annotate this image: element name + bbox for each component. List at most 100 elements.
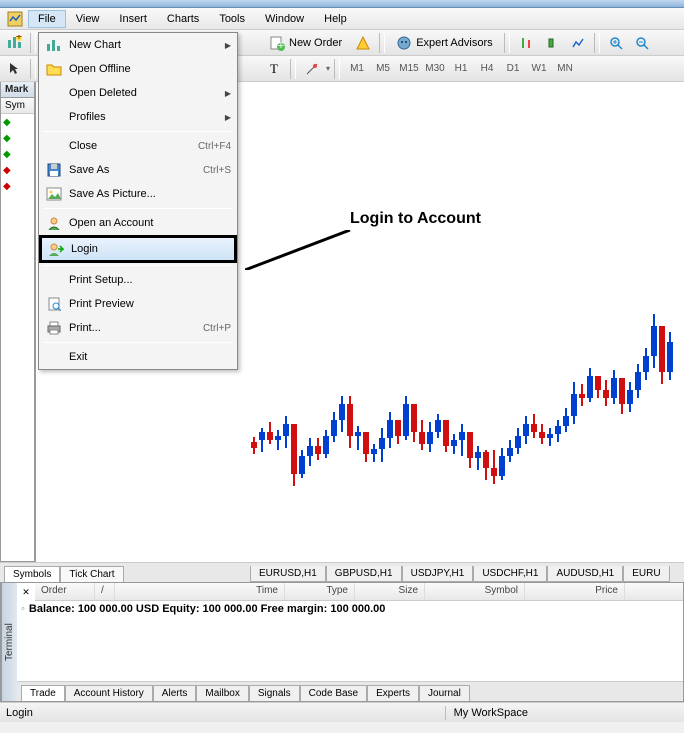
menu-item-close[interactable]: Close Ctrl+F4 [39,134,237,158]
menu-shortcut: Ctrl+F4 [198,141,231,152]
alert-icon[interactable] [351,32,375,54]
terminal-tab-account-history[interactable]: Account History [65,685,153,701]
terminal-body: ◦ Balance: 100 000.00 USD Equity: 100 00… [17,601,683,681]
menu-item-open-offline[interactable]: Open Offline [39,57,237,81]
user-arrow-icon [47,241,65,257]
terminal-close-icon[interactable]: ✕ [19,585,33,599]
terminal-column-header[interactable]: Price [525,583,625,600]
chart-tab[interactable]: USDCHF,H1 [473,566,547,582]
separator [290,59,296,79]
chart-tab[interactable]: AUDUSD,H1 [547,566,623,582]
terminal-column-header[interactable]: Order [35,583,95,600]
drawing-tool-icon[interactable] [300,58,324,80]
menu-item-exit[interactable]: Exit [39,345,237,369]
menu-item-profiles[interactable]: Profiles▶ [39,105,237,129]
terminal-column-header[interactable]: Symbol [425,583,525,600]
timeframe-D1[interactable]: D1 [500,59,526,79]
chart-candle-icon[interactable] [566,32,590,54]
symbol-row[interactable]: ◆ [1,130,34,146]
menu-separator [43,131,233,132]
timeframe-M15[interactable]: M15 [396,59,422,79]
separator [504,33,510,53]
menu-item-label: Open an Account [69,217,231,229]
symbol-row[interactable]: ◆ [1,162,34,178]
terminal-tab-trade[interactable]: Trade [21,685,65,701]
chart-bar-icon[interactable] [540,32,564,54]
menu-shortcut: Ctrl+S [203,165,231,176]
timeframe-H1[interactable]: H1 [448,59,474,79]
terminal-tab-journal[interactable]: Journal [419,685,470,701]
menu-item-label: Save As Picture... [69,188,231,200]
market-watch-title: Mark [1,82,34,98]
zoom-out-icon[interactable] [630,32,654,54]
blank-icon [45,109,63,125]
blank-icon [45,138,63,154]
new-chart-button[interactable]: + [2,32,26,54]
chart-line-icon[interactable] [514,32,538,54]
terminal-tab-mailbox[interactable]: Mailbox [196,685,248,701]
market-watch-column: Sym [1,98,34,114]
symbol-row[interactable]: ◆ [1,114,34,130]
tab-tick-chart[interactable]: Tick Chart [60,566,123,582]
menu-item-label: Login [71,243,229,255]
menu-item-label: Open Deleted [69,87,219,99]
terminal-column-header[interactable]: Type [285,583,355,600]
status-left: Login [6,707,33,719]
timeframe-M5[interactable]: M5 [370,59,396,79]
terminal-column-header[interactable]: Size [355,583,425,600]
menu-item-label: Profiles [69,111,219,123]
timeframe-M30[interactable]: M30 [422,59,448,79]
menu-insert[interactable]: Insert [109,10,157,28]
menu-item-save-as[interactable]: Save AsCtrl+S [39,158,237,182]
terminal-column-header[interactable]: Time [115,583,285,600]
ea-label: Expert Advisors [416,37,492,49]
text-tool-icon[interactable]: T [262,58,286,80]
timeframe-H4[interactable]: H4 [474,59,500,79]
menu-charts[interactable]: Charts [157,10,209,28]
menu-item-open-an-account[interactable]: Open an Account [39,211,237,235]
terminal-tab-code-base[interactable]: Code Base [300,685,367,701]
expert-advisors-button[interactable]: Expert Advisors [389,32,499,54]
arrow-down-icon: ◆ [3,181,11,192]
cursor-icon[interactable] [2,58,26,80]
balance-bullet-icon: ◦ [21,603,25,615]
chart-tab[interactable]: USDJPY,H1 [402,566,474,582]
separator [30,33,36,53]
timeframe-W1[interactable]: W1 [526,59,552,79]
menu-item-save-as-picture[interactable]: Save As Picture... [39,182,237,206]
menu-item-new-chart[interactable]: New Chart▶ [39,33,237,57]
chart-tab[interactable]: GBPUSD,H1 [326,566,402,582]
menu-item-print-preview[interactable]: Print Preview [39,292,237,316]
terminal-column-header[interactable]: / [95,583,115,600]
symbol-row[interactable]: ◆ [1,146,34,162]
menu-help[interactable]: Help [314,10,357,28]
tab-symbols[interactable]: Symbols [4,566,60,582]
terminal-tab-signals[interactable]: Signals [249,685,300,701]
menu-item-open-deleted[interactable]: Open Deleted ▶ [39,81,237,105]
timeframe-MN[interactable]: MN [552,59,578,79]
chart-tab[interactable]: EURU [623,566,669,582]
menu-tools[interactable]: Tools [209,10,255,28]
statusbar: Login My WorkSpace [0,702,684,722]
app-icon [6,10,24,28]
chart-tab[interactable]: EURUSD,H1 [250,566,326,582]
new-order-button[interactable]: + New Order [262,32,349,54]
menu-window[interactable]: Window [255,10,314,28]
symbol-row[interactable]: ◆ [1,178,34,194]
terminal-tab-experts[interactable]: Experts [367,685,419,701]
terminal-panel: Terminal ✕ Order/TimeTypeSizeSymbolPrice… [0,582,684,702]
timeframe-M1[interactable]: M1 [344,59,370,79]
menu-item-login[interactable]: Login [39,235,237,263]
blank-icon [45,349,63,365]
menu-item-print-setup[interactable]: Print Setup... [39,268,237,292]
menu-item-label: Close [69,140,192,152]
menu-view[interactable]: View [66,10,110,28]
menu-item-print[interactable]: Print...Ctrl+P [39,316,237,340]
terminal-tab-alerts[interactable]: Alerts [153,685,197,701]
submenu-arrow-icon: ▶ [225,89,231,98]
menu-file[interactable]: File [28,10,66,28]
file-menu-dropdown: New Chart▶Open Offline Open Deleted ▶ Profi… [38,32,238,370]
preview-icon [45,296,63,312]
zoom-in-icon[interactable] [604,32,628,54]
new-order-label: New Order [289,37,342,49]
